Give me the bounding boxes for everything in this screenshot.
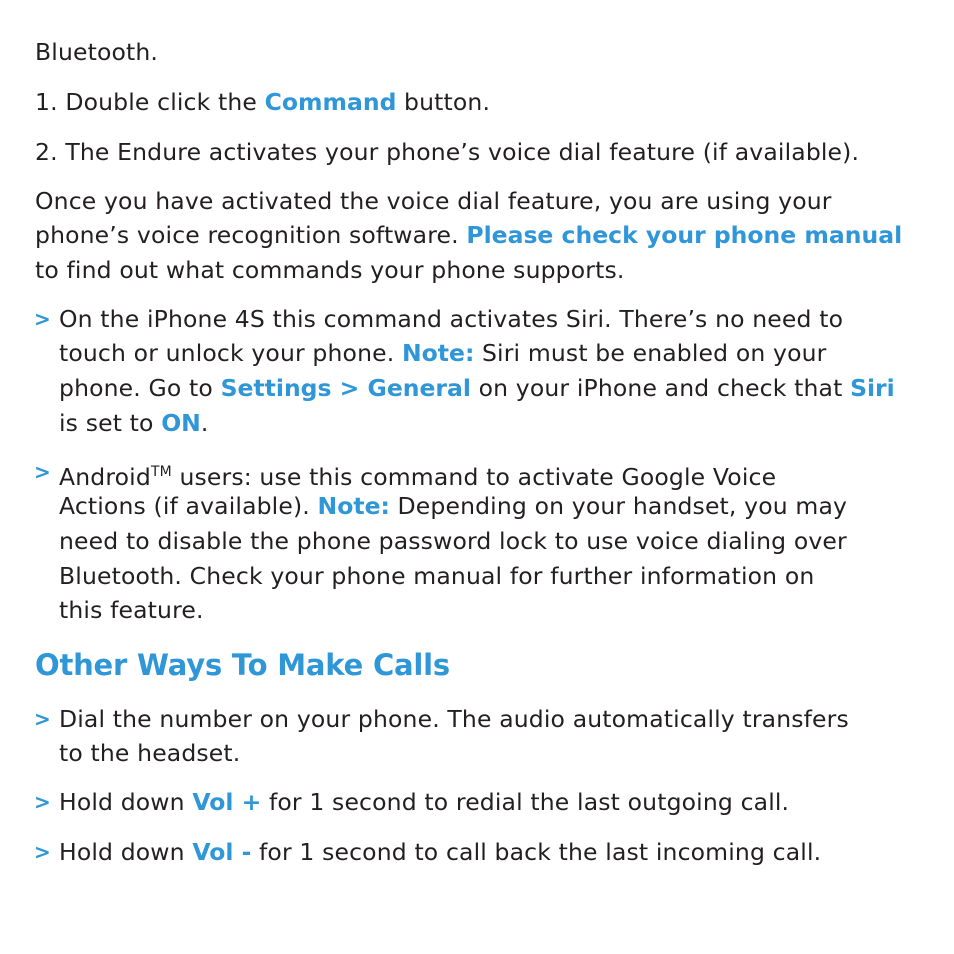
on-ref: ON (161, 409, 201, 437)
android-bullet-line-1: AndroidTM users: use this command to act… (59, 458, 776, 491)
bullet-arrow-icon: > (34, 707, 51, 731)
vol-minus-ref: Vol - (192, 838, 252, 866)
vol-minus-bullet: Hold down Vol - for 1 second to call bac… (59, 838, 821, 866)
vol-plus-text: Hold down (59, 788, 193, 816)
vol-plus-bullet: Hold down Vol + for 1 second to redial t… (59, 788, 789, 816)
bullet-arrow-icon: > (34, 460, 51, 484)
android-text: Android (59, 463, 151, 491)
command-button-ref: Command (264, 88, 397, 116)
vol-minus-text: for 1 second to call back the last incom… (251, 838, 822, 866)
paragraph-text: phone’s voice recognition software. (35, 221, 467, 249)
paragraph-line-1: Once you have activated the voice dial f… (35, 187, 832, 215)
dial-bullet-line-2: to the headset. (59, 739, 241, 767)
iphone-text: Siri must be enabled on your (474, 339, 827, 367)
intro-line: Bluetooth. (35, 38, 159, 66)
vol-plus-ref: Vol + (192, 788, 262, 816)
android-text: users: use this command to activate Goog… (171, 463, 777, 491)
vol-plus-text: for 1 second to redial the last outgoing… (261, 788, 790, 816)
iphone-bullet-line-3: phone. Go to Settings > General on your … (59, 374, 895, 402)
step-1: 1. Double click the Command button. (35, 88, 490, 116)
bullet-arrow-icon: > (34, 840, 51, 864)
section-heading: Other Ways To Make Calls (35, 648, 450, 682)
iphone-text: is set to (59, 409, 162, 437)
phone-manual-ref: Please check your phone manual (466, 221, 903, 249)
siri-ref: Siri (850, 374, 895, 402)
bullet-arrow-icon: > (34, 307, 51, 331)
iphone-bullet-line-4: is set to ON. (59, 409, 208, 437)
note-label: Note: (401, 339, 475, 367)
settings-general-ref: Settings > General (220, 374, 471, 402)
iphone-text: phone. Go to (59, 374, 221, 402)
step-2: 2. The Endure activates your phone’s voi… (35, 138, 860, 166)
paragraph-line-3: to find out what commands your phone sup… (35, 256, 625, 284)
android-bullet-line-5: this feature. (59, 596, 204, 624)
bullet-arrow-icon: > (34, 790, 51, 814)
android-bullet-line-2: Actions (if available). Note: Depending … (59, 492, 847, 520)
android-bullet-line-3: need to disable the phone password lock … (59, 527, 847, 555)
step-1-text-end: button. (396, 88, 491, 116)
android-bullet-line-4: Bluetooth. Check your phone manual for f… (59, 562, 815, 590)
iphone-bullet-line-2: touch or unlock your phone. Note: Siri m… (59, 339, 826, 367)
dial-bullet-line-1: Dial the number on your phone. The audio… (59, 705, 849, 733)
iphone-text: . (200, 409, 209, 437)
iphone-bullet-line-1: On the iPhone 4S this command activates … (59, 305, 844, 333)
iphone-text: on your iPhone and check that (470, 374, 851, 402)
iphone-text: touch or unlock your phone. (59, 339, 402, 367)
paragraph-line-2: phone’s voice recognition software. Plea… (35, 221, 902, 249)
note-label: Note: (317, 492, 390, 520)
step-1-text: 1. Double click the (35, 88, 265, 116)
android-text: Actions (if available). (59, 492, 318, 520)
trademark-symbol: TM (150, 464, 172, 480)
vol-minus-text: Hold down (59, 838, 193, 866)
android-text: Depending on your handset, you may (389, 492, 848, 520)
